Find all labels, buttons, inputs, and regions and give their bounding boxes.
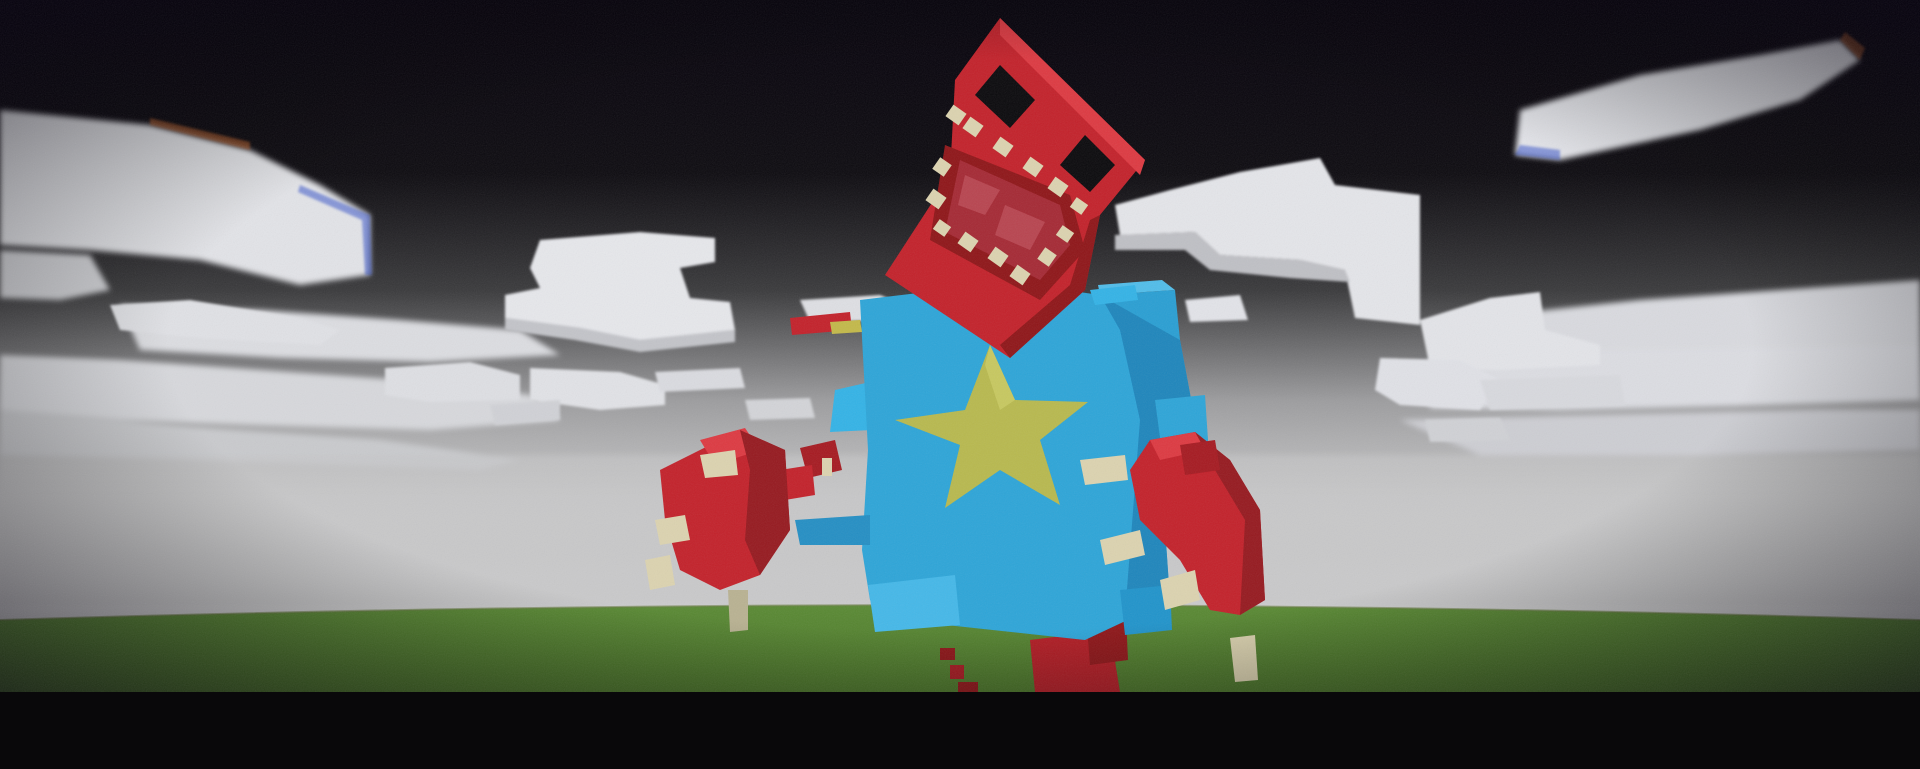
game-scene [0,0,1920,769]
film-grain-overlay [0,0,1920,692]
scene-canvas [0,0,1920,692]
game-viewport [0,0,1920,692]
letterbox-bar-bottom [0,692,1920,769]
